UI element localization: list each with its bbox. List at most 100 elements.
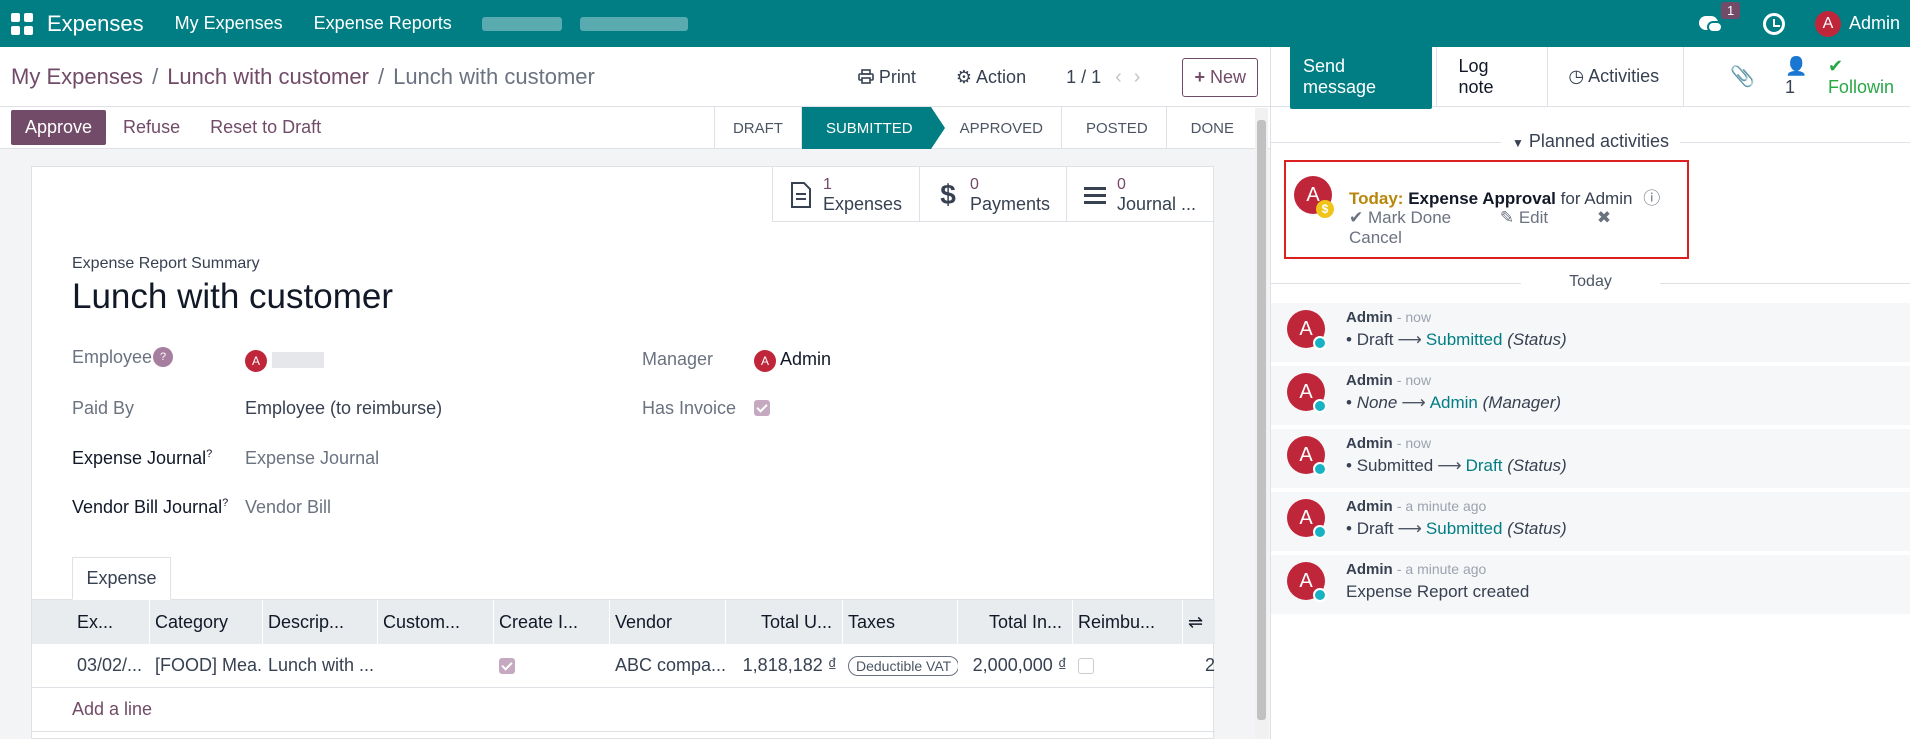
pager-value[interactable]: 1 / 1: [1066, 67, 1101, 88]
tab-expense[interactable]: Expense: [72, 557, 171, 600]
message-author[interactable]: Admin: [1346, 372, 1393, 389]
stage-approved[interactable]: APPROVED: [930, 107, 1061, 149]
activities-label: Activities: [1588, 66, 1660, 86]
reimbursed-checkbox[interactable]: [1078, 657, 1094, 674]
messages-icon[interactable]: 1: [1698, 1, 1741, 34]
planned-activities-toggle[interactable]: ▼ Planned activities: [1271, 131, 1910, 152]
chevron-right-icon[interactable]: ›: [1134, 66, 1153, 88]
blurred-menu-item[interactable]: [579, 16, 688, 31]
check-icon: ✔: [1827, 55, 1844, 76]
col-total-incl[interactable]: Total In...: [958, 600, 1073, 644]
tax-tag[interactable]: Deductible VAT: [848, 655, 958, 676]
col-reimbursed[interactable]: Reimbu...: [1073, 600, 1183, 644]
breadcrumb-my-expenses[interactable]: My Expenses: [11, 64, 143, 89]
report-title[interactable]: Lunch with customer: [72, 277, 393, 317]
manager-value[interactable]: A Admin: [754, 349, 831, 372]
message-item: A Admin - now • Draft ⟶ Submitted (Status): [1271, 302, 1910, 362]
cell-taxes[interactable]: Deductible VAT: [843, 644, 958, 688]
mark-done-label: Mark Done: [1367, 208, 1452, 227]
cell-create-invoice[interactable]: [494, 644, 610, 688]
cell-vendor[interactable]: ABC compa...: [610, 644, 726, 688]
message-author[interactable]: Admin: [1346, 309, 1393, 326]
send-message-button[interactable]: Send message: [1290, 44, 1433, 109]
paperclip-icon[interactable]: 📎: [1730, 64, 1755, 89]
vendor-bill-journal-value[interactable]: Vendor Bill: [245, 497, 331, 518]
manager-label: Manager: [642, 349, 714, 369]
help-icon[interactable]: ?: [153, 347, 174, 367]
has-invoice-checkbox[interactable]: [754, 400, 770, 417]
cell-reimbursed[interactable]: [1073, 644, 1183, 688]
col-taxes[interactable]: Taxes: [843, 600, 958, 644]
mark-done-button[interactable]: ✔ Mark Done: [1349, 208, 1473, 227]
stage-draft[interactable]: DRAFT: [713, 107, 801, 149]
old-value: None: [1356, 393, 1398, 412]
refuse-button[interactable]: Refuse: [123, 117, 180, 138]
form-scrollbar[interactable]: [1255, 108, 1268, 739]
expenses-smart-button[interactable]: 1 Expenses: [772, 167, 919, 222]
cell-total-untaxed[interactable]: 1,818,182 ₫: [726, 644, 843, 688]
info-icon[interactable]: ⓘ: [1643, 189, 1660, 208]
clock-icon: ◷: [1568, 66, 1585, 86]
activity-clock-icon[interactable]: [1762, 12, 1785, 35]
payments-smart-button[interactable]: $ 0 Payments: [919, 167, 1066, 222]
message-time: - a minute ago: [1396, 561, 1487, 577]
chevron-left-icon[interactable]: ‹: [1115, 66, 1134, 88]
col-vendor[interactable]: Vendor: [610, 600, 726, 644]
column-settings-icon[interactable]: ⇌: [1183, 600, 1215, 644]
paid-by-value[interactable]: Employee (to reimburse): [245, 398, 442, 419]
col-category[interactable]: Category: [150, 600, 263, 644]
col-date[interactable]: Ex...: [72, 600, 150, 644]
user-menu[interactable]: Admin: [1849, 13, 1900, 34]
col-total-untaxed[interactable]: Total U...: [726, 600, 843, 644]
help-mark[interactable]: ?: [222, 497, 228, 509]
message-author[interactable]: Admin: [1346, 435, 1393, 452]
print-button[interactable]: Print: [858, 67, 916, 88]
col-description[interactable]: Descrip...: [263, 600, 378, 644]
cell-category[interactable]: [FOOD] Mea...: [150, 644, 263, 688]
message-author[interactable]: Admin: [1346, 561, 1393, 578]
expense-journal-value[interactable]: Expense Journal: [245, 448, 379, 469]
create-invoice-checkbox[interactable]: [499, 657, 515, 674]
stage-posted[interactable]: POSTED: [1060, 107, 1166, 149]
action-button[interactable]: ⚙ Action: [956, 67, 1026, 88]
employee-value[interactable]: A: [245, 349, 325, 372]
add-line-link[interactable]: Add a line: [32, 688, 1215, 732]
edit-label: Edit: [1518, 208, 1549, 227]
breadcrumb: My Expenses / Lunch with customer / Lunch wi…: [11, 64, 595, 90]
user-icon: 👤: [1785, 55, 1808, 76]
cell-date[interactable]: 03/02/...: [72, 644, 150, 688]
new-button[interactable]: + New: [1182, 57, 1258, 97]
old-value: Draft: [1356, 330, 1394, 349]
following-button[interactable]: ✔ Followin: [1828, 56, 1910, 98]
stage-done[interactable]: DONE: [1165, 107, 1252, 149]
message-author[interactable]: Admin: [1346, 498, 1393, 515]
nav-expense-reports[interactable]: Expense Reports: [314, 13, 452, 34]
col-customer[interactable]: Custom...: [378, 600, 494, 644]
stage-submitted[interactable]: SUBMITTED: [800, 107, 945, 149]
activities-button[interactable]: ◷ Activities: [1568, 46, 1685, 107]
gear-icon: ⚙: [955, 66, 973, 87]
cell-description[interactable]: Lunch with ...: [263, 644, 378, 688]
followers-button[interactable]: 👤1: [1785, 56, 1816, 98]
breadcrumb-report[interactable]: Lunch with customer: [167, 64, 369, 89]
online-status-icon: [1313, 336, 1327, 350]
approve-button[interactable]: Approve: [11, 110, 107, 145]
table-row[interactable]: 03/02/... [FOOD] Mea... Lunch with ... A…: [32, 644, 1215, 688]
help-mark[interactable]: ?: [206, 448, 212, 460]
log-note-button[interactable]: Log note: [1436, 46, 1549, 107]
planned-activities-label: Planned activities: [1528, 131, 1669, 151]
col-create-invoice[interactable]: Create I...: [494, 600, 610, 644]
journal-smart-button[interactable]: 0 Journal ...: [1066, 167, 1213, 222]
nav-my-expenses[interactable]: My Expenses: [175, 13, 283, 34]
app-name[interactable]: Expenses: [47, 11, 144, 37]
user-avatar[interactable]: A: [1814, 10, 1841, 37]
blurred-menu-item[interactable]: [481, 16, 562, 31]
cell-total-incl[interactable]: 2,000,000 ₫: [958, 644, 1073, 688]
edit-button[interactable]: ✎ Edit: [1500, 208, 1570, 227]
message-item: A Admin - now • Submitted ⟶ Draft (Status): [1271, 428, 1910, 488]
reset-to-draft-button[interactable]: Reset to Draft: [210, 117, 321, 138]
cell-customer[interactable]: [378, 644, 494, 688]
message-item: A Admin - a minute ago • Draft ⟶ Submitted…: [1271, 491, 1910, 551]
apps-menu-icon[interactable]: [11, 12, 33, 35]
following-label: Followin: [1827, 76, 1894, 97]
